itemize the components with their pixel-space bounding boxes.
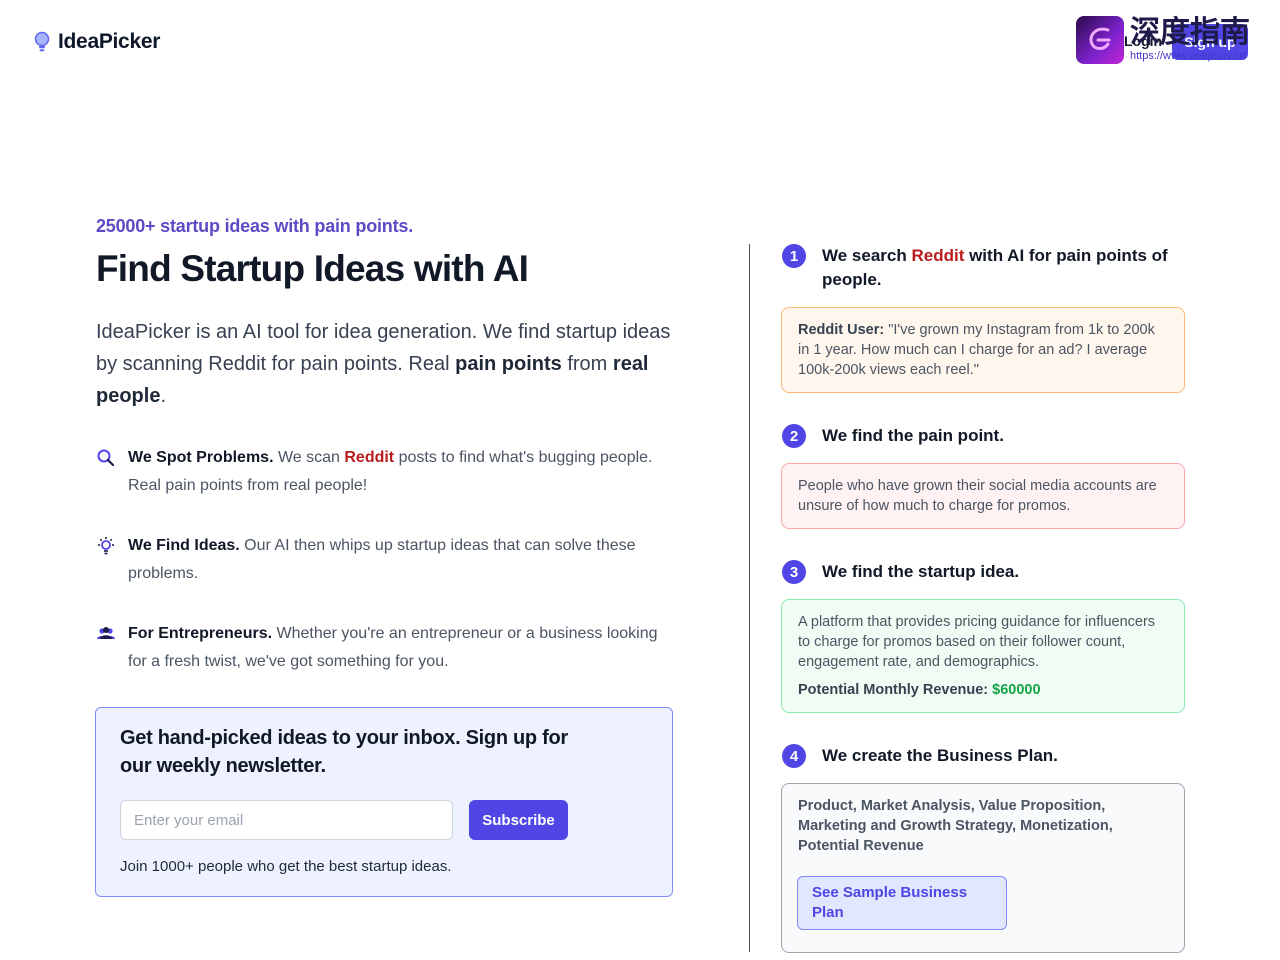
- lightbulb-logo-icon: [34, 31, 50, 52]
- vertical-divider: [749, 244, 750, 952]
- idea-text: A platform that provides pricing guidanc…: [798, 614, 1156, 670]
- hero-description: IdeaPicker is an AI tool for idea genera…: [96, 321, 671, 407]
- lightbulb-icon: [98, 537, 114, 555]
- users-icon: [97, 627, 115, 639]
- hero-tagline: 25000+ startup ideas with pain points.: [96, 216, 413, 236]
- feature-list: We Spot Problems. We scan Reddit posts t…: [96, 444, 676, 708]
- search-icon: [97, 449, 115, 467]
- step-number-2: 2: [782, 424, 806, 448]
- logo-text: IdeaPicker: [58, 30, 161, 53]
- pain-point-card: People who have grown their social media…: [781, 463, 1185, 529]
- watermark-url: https://www.deepnav.cn: [1130, 50, 1246, 62]
- revenue-value: $60000: [992, 682, 1041, 698]
- business-plan-card: Product, Market Analysis, Value Proposit…: [781, 783, 1185, 953]
- step-number-3: 3: [782, 560, 806, 584]
- watermark-logo-icon: [1076, 16, 1124, 64]
- feature-text: For Entrepreneurs. Whether you're an ent…: [128, 625, 658, 670]
- watermark: 深度指南 https://www.deepnav.cn: [1076, 16, 1250, 64]
- reddit-highlight: Reddit: [911, 246, 965, 265]
- newsletter-title: Get hand-picked ideas to your inbox. Sig…: [120, 727, 568, 777]
- hero-title: Find Startup Ideas with AI: [96, 248, 529, 289]
- step-title-4: We create the Business Plan.: [822, 746, 1058, 765]
- reddit-highlight: Reddit: [344, 449, 395, 466]
- feature-item: For Entrepreneurs. Whether you're an ent…: [96, 620, 676, 676]
- watermark-title: 深度指南: [1130, 15, 1250, 50]
- feature-item: We Find Ideas. Our AI then whips up star…: [96, 532, 676, 588]
- startup-idea-card: A platform that provides pricing guidanc…: [781, 599, 1185, 713]
- revenue-line: Potential Monthly Revenue: $60000: [798, 682, 1041, 698]
- feature-text: We Spot Problems. We scan Reddit posts t…: [128, 449, 653, 494]
- plan-items: Product, Market Analysis, Value Proposit…: [798, 798, 1113, 854]
- subscribe-button[interactable]: Subscribe: [469, 800, 568, 840]
- feature-text: We Find Ideas. Our AI then whips up star…: [128, 537, 636, 582]
- reddit-quote-card: Reddit User: "I've grown my Instagram fr…: [781, 307, 1185, 393]
- feature-item: We Spot Problems. We scan Reddit posts t…: [96, 444, 676, 500]
- newsletter-box: Get hand-picked ideas to your inbox. Sig…: [95, 707, 673, 897]
- sample-business-plan-button[interactable]: See Sample Business Plan: [797, 876, 1007, 930]
- logo[interactable]: IdeaPicker: [34, 30, 160, 54]
- step-title-2: We find the pain point.: [822, 426, 1004, 445]
- step-number-4: 4: [782, 744, 806, 768]
- header: IdeaPicker Login Sign up 深度指南 https://ww…: [0, 0, 1280, 84]
- step-title-3: We find the startup idea.: [822, 562, 1020, 581]
- newsletter-note: Join 1000+ people who get the best start…: [120, 858, 452, 875]
- step-number-1: 1: [782, 244, 806, 268]
- step-title-1: We search Reddit with AI for pain points…: [822, 246, 1168, 289]
- email-input[interactable]: [120, 800, 453, 840]
